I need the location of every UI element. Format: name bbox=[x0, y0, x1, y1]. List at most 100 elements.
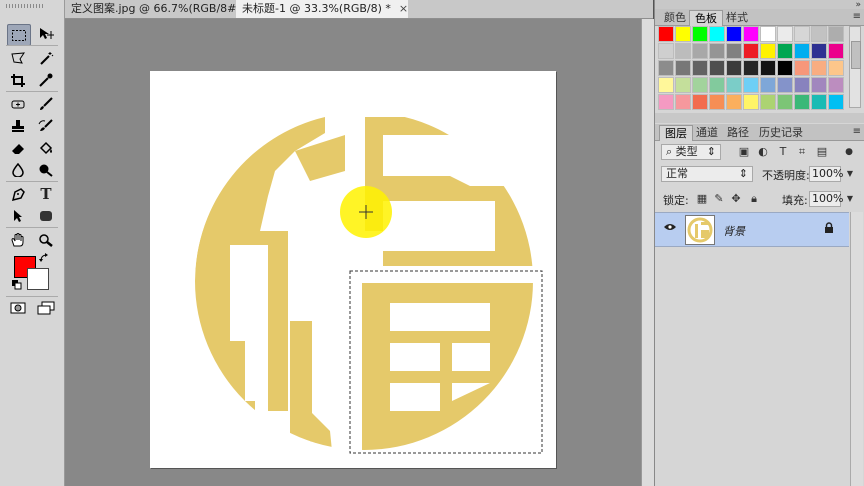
swatch[interactable] bbox=[777, 77, 793, 93]
move-icon[interactable] bbox=[35, 24, 57, 44]
close-icon[interactable]: × bbox=[399, 2, 408, 15]
default-colors-icon[interactable] bbox=[11, 279, 23, 291]
layers-scrollbar[interactable] bbox=[850, 212, 863, 486]
fill-input[interactable]: 100% bbox=[809, 191, 843, 207]
swatch[interactable] bbox=[794, 77, 810, 93]
swatch[interactable] bbox=[658, 26, 674, 42]
panel-menu-icon[interactable]: ≡ bbox=[853, 11, 861, 22]
swatch[interactable] bbox=[777, 26, 793, 42]
panel-grip[interactable] bbox=[6, 4, 44, 8]
tab-document-2[interactable]: 未标题-1 @ 33.3%(RGB/8) * × bbox=[236, 0, 408, 18]
eraser-icon[interactable] bbox=[7, 138, 29, 158]
swatch[interactable] bbox=[675, 60, 691, 76]
marquee-icon[interactable] bbox=[7, 24, 31, 46]
swatch[interactable] bbox=[658, 77, 674, 93]
tab-swatches[interactable]: 色板 bbox=[689, 10, 723, 26]
swatch[interactable] bbox=[658, 94, 674, 110]
visibility-eye-icon[interactable] bbox=[663, 222, 677, 236]
swatch[interactable] bbox=[675, 77, 691, 93]
lock-position-icon[interactable]: ✥ bbox=[729, 192, 743, 206]
swatch[interactable] bbox=[692, 77, 708, 93]
hand-icon[interactable] bbox=[7, 230, 29, 250]
blur-icon[interactable] bbox=[7, 160, 29, 180]
magic-wand-icon[interactable] bbox=[35, 48, 57, 68]
filter-toggle-icon[interactable]: ● bbox=[842, 145, 856, 159]
swatch[interactable] bbox=[743, 77, 759, 93]
tab-channels[interactable]: 通道 bbox=[691, 125, 723, 140]
swap-colors-icon[interactable] bbox=[38, 252, 50, 264]
swatch[interactable] bbox=[811, 43, 827, 59]
swatch[interactable] bbox=[760, 60, 776, 76]
tab-color[interactable]: 颜色 bbox=[659, 10, 691, 25]
swatch[interactable] bbox=[726, 77, 742, 93]
swatch[interactable] bbox=[760, 26, 776, 42]
blend-mode-select[interactable]: 正常 ⇕ bbox=[661, 166, 753, 182]
healing-brush-icon[interactable] bbox=[7, 94, 29, 114]
swatch[interactable] bbox=[760, 94, 776, 110]
swatch[interactable] bbox=[811, 26, 827, 42]
swatches-scrollbar[interactable] bbox=[849, 26, 861, 108]
swatch[interactable] bbox=[675, 94, 691, 110]
swatch[interactable] bbox=[709, 77, 725, 93]
dodge-icon[interactable] bbox=[35, 160, 57, 180]
fill-dropdown-icon[interactable]: ▼ bbox=[843, 192, 857, 206]
swatch[interactable] bbox=[794, 26, 810, 42]
tab-paths[interactable]: 路径 bbox=[722, 125, 754, 140]
swatch[interactable] bbox=[675, 26, 691, 42]
filter-adjustment-icon[interactable]: ◐ bbox=[756, 145, 770, 159]
background-color-swatch[interactable] bbox=[27, 268, 49, 290]
swatch[interactable] bbox=[794, 43, 810, 59]
swatch[interactable] bbox=[726, 43, 742, 59]
swatch[interactable] bbox=[828, 94, 844, 110]
swatch[interactable] bbox=[692, 60, 708, 76]
filter-pixel-icon[interactable]: ▣ bbox=[737, 145, 751, 159]
opacity-input[interactable]: 100% bbox=[809, 166, 843, 182]
swatch[interactable] bbox=[743, 43, 759, 59]
panel-menu-icon[interactable]: ≡ bbox=[853, 126, 861, 137]
path-selection-icon[interactable] bbox=[7, 206, 29, 226]
tab-document-1[interactable]: 定义图案.jpg @ 66.7%(RGB/8#)× bbox=[65, 0, 258, 18]
pen-icon[interactable] bbox=[7, 184, 29, 204]
swatch[interactable] bbox=[692, 94, 708, 110]
type-icon[interactable]: T bbox=[35, 184, 57, 204]
swatch[interactable] bbox=[726, 26, 742, 42]
history-brush-icon[interactable] bbox=[35, 116, 57, 136]
swatch[interactable] bbox=[709, 43, 725, 59]
swatch[interactable] bbox=[794, 60, 810, 76]
swatch[interactable] bbox=[777, 60, 793, 76]
swatch[interactable] bbox=[811, 94, 827, 110]
document-canvas[interactable] bbox=[150, 71, 556, 468]
brush-icon[interactable] bbox=[35, 94, 57, 114]
lasso-icon[interactable] bbox=[7, 48, 29, 68]
layer-filter-select[interactable]: ⌕ 类型 ⇕ bbox=[661, 144, 721, 160]
lock-transparent-icon[interactable]: ▦ bbox=[695, 192, 709, 206]
tab-history[interactable]: 历史记录 bbox=[754, 125, 808, 140]
swatch[interactable] bbox=[828, 26, 844, 42]
zoom-icon[interactable] bbox=[35, 230, 57, 250]
swatch[interactable] bbox=[726, 94, 742, 110]
filter-shape-icon[interactable]: ⌗ bbox=[795, 145, 809, 159]
swatch[interactable] bbox=[777, 94, 793, 110]
quick-mask-icon[interactable] bbox=[7, 298, 29, 318]
swatch[interactable] bbox=[743, 26, 759, 42]
swatch[interactable] bbox=[794, 94, 810, 110]
swatch[interactable] bbox=[726, 60, 742, 76]
layer-name[interactable]: 背景 bbox=[723, 223, 745, 239]
lock-image-icon[interactable]: ✎ bbox=[712, 192, 726, 206]
swatch[interactable] bbox=[692, 26, 708, 42]
swatch[interactable] bbox=[658, 43, 674, 59]
swatch[interactable] bbox=[811, 60, 827, 76]
canvas-scrollbar[interactable] bbox=[641, 19, 654, 486]
swatch[interactable] bbox=[743, 60, 759, 76]
swatch[interactable] bbox=[828, 60, 844, 76]
filter-type-icon[interactable]: T bbox=[776, 145, 790, 159]
swatch[interactable] bbox=[811, 77, 827, 93]
swatch[interactable] bbox=[828, 43, 844, 59]
clone-stamp-icon[interactable] bbox=[7, 116, 29, 136]
tab-layers[interactable]: 图层 bbox=[659, 125, 693, 141]
swatch[interactable] bbox=[675, 43, 691, 59]
paint-bucket-icon[interactable] bbox=[35, 138, 57, 158]
swatch[interactable] bbox=[743, 94, 759, 110]
opacity-dropdown-icon[interactable]: ▼ bbox=[843, 167, 857, 181]
swatch[interactable] bbox=[777, 43, 793, 59]
